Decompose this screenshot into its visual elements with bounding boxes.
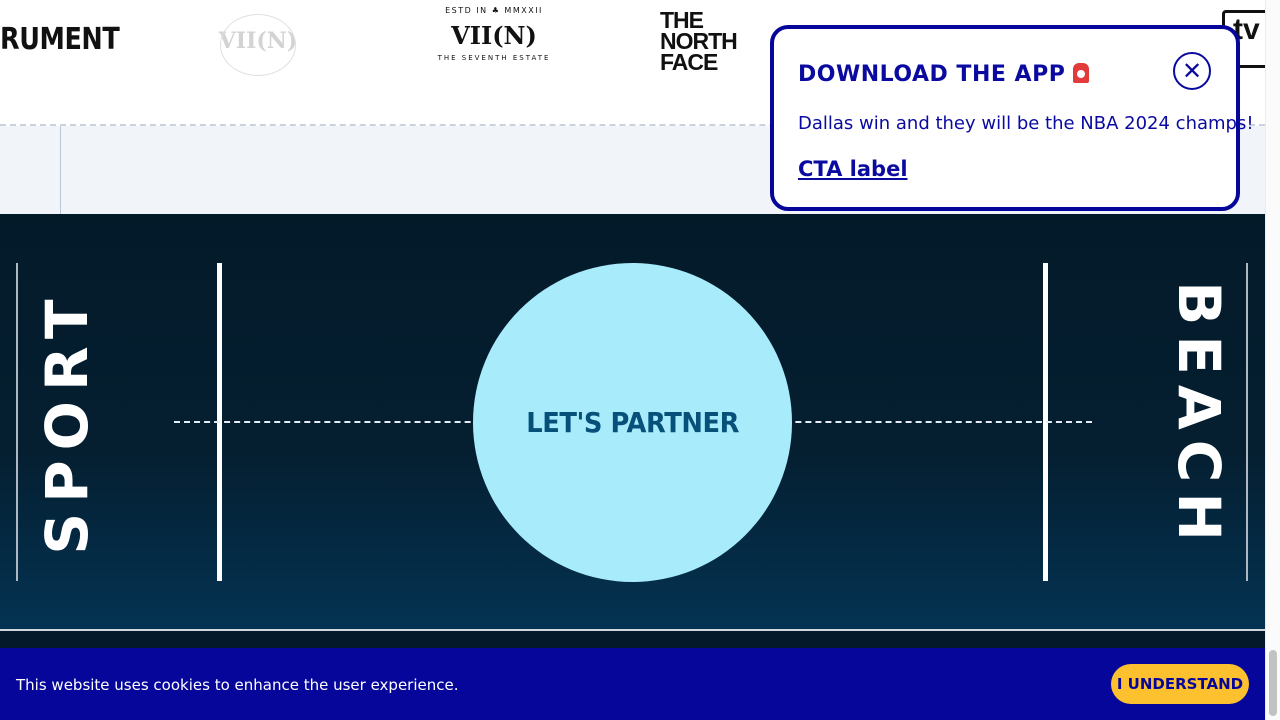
page-scrollbar[interactable] [1265, 0, 1280, 720]
cookie-text: This website uses cookies to enhance the… [16, 676, 459, 694]
popup-cta-link[interactable]: CTA label [798, 157, 908, 181]
logo-viin-sub: THE SEVENTH ESTATE [437, 54, 551, 62]
logo-seventh-estate[interactable]: ESTD IN ♣ MMXXII VII(N) THE SEVENTH ESTA… [430, 6, 558, 82]
logo-faded-ring [220, 14, 296, 76]
logo-the-north-face[interactable]: THE NORTH FACE [660, 9, 818, 75]
lets-partner-label: LET'S PARTNER [526, 406, 739, 439]
logo-viin-mark: VII(N) [451, 21, 537, 50]
page: RUMENT VII(N) ESTD IN ♣ MMXXII VII(N) TH… [0, 0, 1265, 720]
logo-instrument[interactable]: RUMENT [0, 22, 120, 57]
court-outer-line-left [16, 263, 18, 581]
popup-message: Dallas win and they will be the NBA 2024… [798, 113, 1254, 134]
cookie-accept-button[interactable]: I UNDERSTAND [1111, 664, 1249, 704]
logo-faded[interactable]: VII(N) [208, 8, 308, 76]
lets-partner-button[interactable]: LET'S PARTNER [473, 263, 792, 582]
court-under-strip [0, 631, 1265, 648]
court-outer-line-right [1246, 263, 1248, 581]
court-section: SPORT BEACH LET'S PARTNER [0, 214, 1265, 648]
scrollbar-thumb[interactable] [1269, 650, 1277, 716]
tnf-line-3: FACE [660, 49, 718, 75]
popup-title: DOWNLOAD THE APP [798, 62, 1090, 87]
cookie-banner: This website uses cookies to enhance the… [0, 648, 1265, 720]
logo-viin-estd: ESTD IN ♣ MMXXII [445, 6, 543, 15]
sport-label: SPORT [33, 289, 101, 555]
band-vertical-line [60, 126, 61, 214]
siren-icon [1073, 63, 1090, 83]
download-app-popup: DOWNLOAD THE APP ✕ Dallas win and they w… [770, 25, 1254, 211]
close-icon[interactable]: ✕ [1173, 52, 1211, 90]
beach-label: BEACH [1165, 281, 1233, 551]
